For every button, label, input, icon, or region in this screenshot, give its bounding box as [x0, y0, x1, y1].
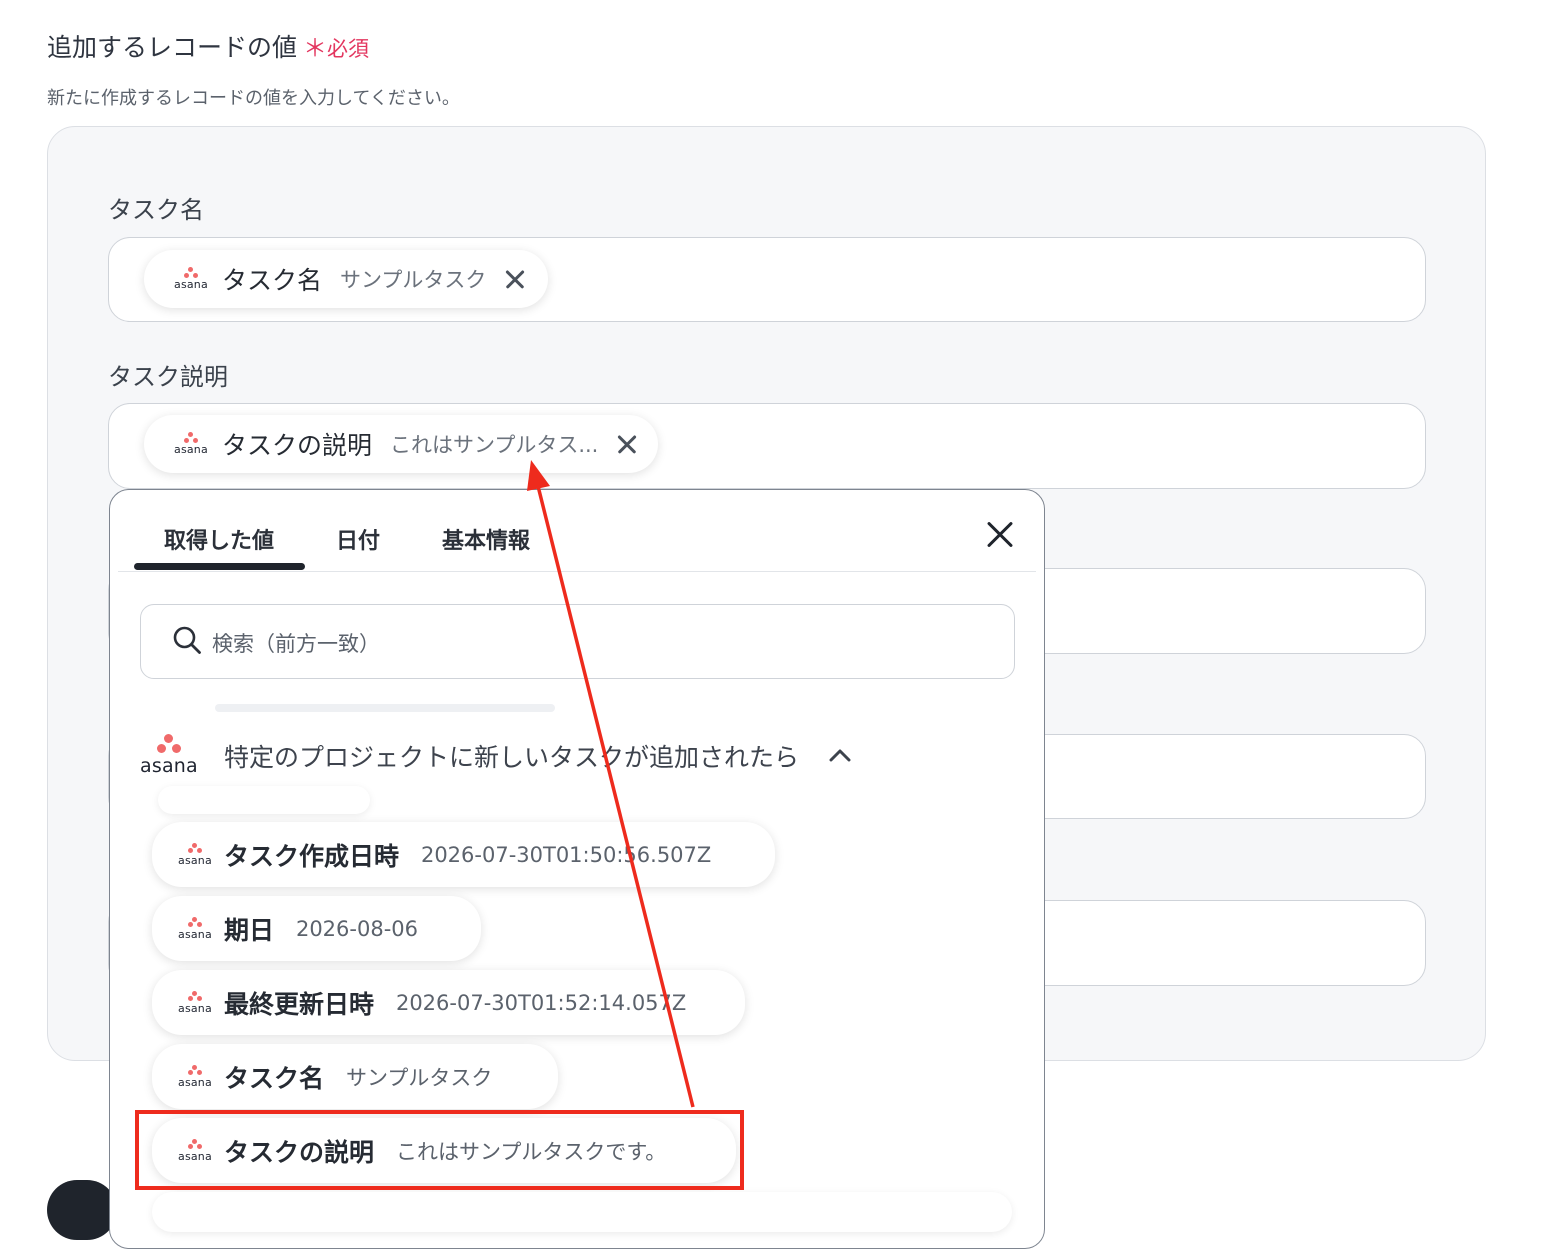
annotation-arrow: [527, 460, 695, 1108]
